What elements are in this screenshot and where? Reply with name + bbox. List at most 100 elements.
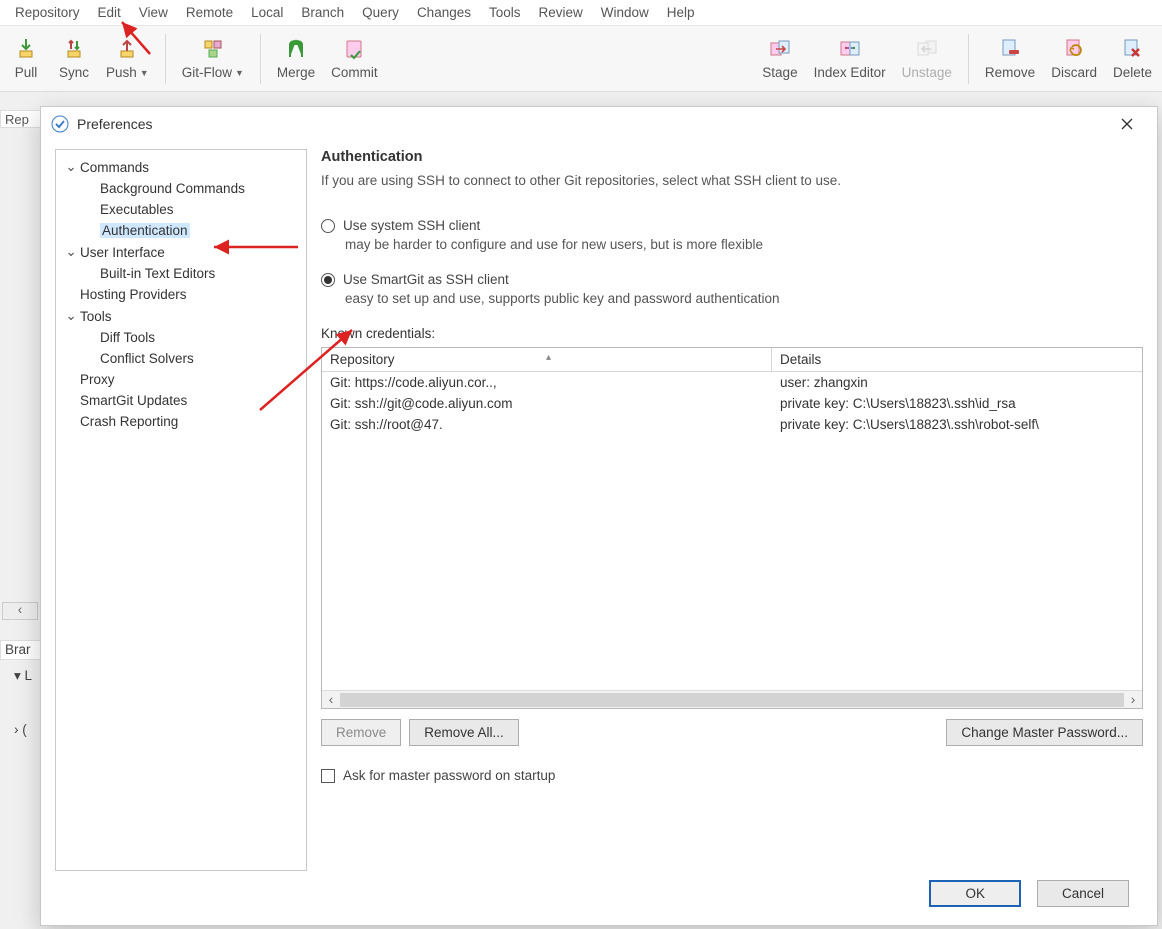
tree-user-interface[interactable]: ⌄User Interface [60,241,302,263]
unstage-icon [915,37,939,61]
discard-button[interactable]: Discard [1043,31,1105,82]
menu-changes[interactable]: Changes [408,2,480,23]
dropdown-icon[interactable]: ▼ [140,68,149,78]
dialog-titlebar: Preferences [41,107,1157,141]
commit-icon [342,37,366,61]
menu-remote[interactable]: Remote [177,2,242,23]
menu-bar: Repository Edit View Remote Local Branch… [0,0,1162,26]
menu-repository[interactable]: Repository [6,2,89,23]
pull-label: Pull [15,65,38,80]
delete-button[interactable]: Delete [1105,31,1160,82]
tree-background-commands[interactable]: Background Commands [60,178,302,199]
remove-all-button[interactable]: Remove All... [409,719,519,746]
dialog-title: Preferences [77,116,152,132]
push-icon [115,37,139,61]
close-button[interactable] [1107,110,1147,138]
tree-authentication[interactable]: Authentication [60,220,302,241]
menu-query[interactable]: Query [353,2,408,23]
table-row[interactable]: Git: ssh://root@47. private key: C:\User… [322,414,1142,435]
preferences-dialog: Preferences ⌄Commands Background Command… [40,106,1158,926]
menu-help[interactable]: Help [658,2,704,23]
scroll-left-button[interactable]: ‹ [2,602,38,620]
sync-button[interactable]: Sync [50,31,98,82]
ok-button[interactable]: OK [929,880,1021,907]
remove-label: Remove [985,65,1035,80]
scroll-left-icon[interactable]: ‹ [322,692,340,707]
table-row[interactable]: Git: https://code.aliyun.cor.., user: zh… [322,372,1142,393]
radio-icon [321,219,335,233]
radio-system-ssh-hint: may be harder to configure and use for n… [345,237,1143,252]
push-button[interactable]: Push▼ [98,31,157,82]
commit-button[interactable]: Commit [323,31,386,82]
branches-tab[interactable]: Brar [0,640,42,660]
tree-crash-reporting[interactable]: Crash Reporting [60,411,302,432]
col-details[interactable]: Details [772,348,1142,371]
sort-icon: ▴ [546,352,551,363]
gitflow-button[interactable]: Git-Flow▼ [174,31,252,82]
index-editor-button[interactable]: Index Editor [806,31,894,82]
cell-repository: Git: ssh://git@code.aliyun.com [322,393,772,414]
bg-row-local: ▾ L [14,668,32,684]
table-header: Repository▴ Details [322,348,1142,372]
menu-local[interactable]: Local [242,2,292,23]
pull-icon [14,37,38,61]
tree-smartgit-updates[interactable]: SmartGit Updates [60,390,302,411]
menu-edit[interactable]: Edit [89,2,130,23]
push-label: Push [106,65,137,80]
index-editor-icon [838,37,862,61]
stage-button[interactable]: Stage [754,31,805,82]
radio-smartgit-ssh-hint: easy to set up and use, supports public … [345,291,1143,306]
merge-button[interactable]: Merge [269,31,323,82]
cancel-button[interactable]: Cancel [1037,880,1129,907]
app-icon [51,115,69,133]
menu-tools[interactable]: Tools [480,2,530,23]
radio-system-ssh[interactable]: Use system SSH client [321,218,1143,233]
radio-smartgit-ssh[interactable]: Use SmartGit as SSH client [321,272,1143,287]
stage-label: Stage [762,65,797,80]
merge-icon [284,37,308,61]
tree-builtin-editors[interactable]: Built-in Text Editors [60,263,302,284]
menu-review[interactable]: Review [530,2,592,23]
gitflow-label: Git-Flow [182,65,232,80]
gitflow-icon [201,37,225,61]
menu-view[interactable]: View [130,2,177,23]
close-icon [1121,118,1133,130]
commit-label: Commit [331,65,378,80]
unstage-button[interactable]: Unstage [894,31,960,82]
ask-master-password-label: Ask for master password on startup [343,768,555,783]
tree-executables[interactable]: Executables [60,199,302,220]
tree-commands[interactable]: ⌄Commands [60,156,302,178]
cell-details: private key: C:\Users\18823\.ssh\robot-s… [772,414,1142,435]
scroll-right-icon[interactable]: › [1124,692,1142,707]
col-repository[interactable]: Repository▴ [322,348,772,371]
ask-master-password-checkbox[interactable]: Ask for master password on startup [321,768,1143,783]
chevron-down-icon: ⌄ [64,244,78,260]
credentials-table: Repository▴ Details Git: https://code.al… [321,347,1143,709]
preferences-tree[interactable]: ⌄Commands Background Commands Executable… [55,149,307,871]
menu-window[interactable]: Window [592,2,658,23]
tree-tools[interactable]: ⌄Tools [60,305,302,327]
cell-repository: Git: ssh://root@47. [322,414,772,435]
horizontal-scrollbar[interactable]: ‹ › [322,690,1142,708]
tree-hosting-providers[interactable]: Hosting Providers [60,284,302,305]
table-row[interactable]: Git: ssh://git@code.aliyun.com private k… [322,393,1142,414]
pull-button[interactable]: Pull [2,31,50,82]
delete-label: Delete [1113,65,1152,80]
change-master-password-button[interactable]: Change Master Password... [946,719,1143,746]
tree-diff-tools[interactable]: Diff Tools [60,327,302,348]
remove-button[interactable]: Remove [977,31,1043,82]
discard-icon [1062,37,1086,61]
remove-credential-button[interactable]: Remove [321,719,401,746]
sync-label: Sync [59,65,89,80]
radio-system-ssh-label: Use system SSH client [343,218,480,233]
tree-proxy[interactable]: Proxy [60,369,302,390]
tree-conflict-solvers[interactable]: Conflict Solvers [60,348,302,369]
chevron-down-icon: ⌄ [64,308,78,324]
chevron-down-icon: ⌄ [64,159,78,175]
cell-details: private key: C:\Users\18823\.ssh\id_rsa [772,393,1142,414]
checkbox-icon [321,769,335,783]
dropdown-icon[interactable]: ▼ [235,68,244,78]
repositories-tab[interactable]: Rep [0,110,42,128]
content-description: If you are using SSH to connect to other… [321,173,1143,188]
menu-branch[interactable]: Branch [292,2,353,23]
